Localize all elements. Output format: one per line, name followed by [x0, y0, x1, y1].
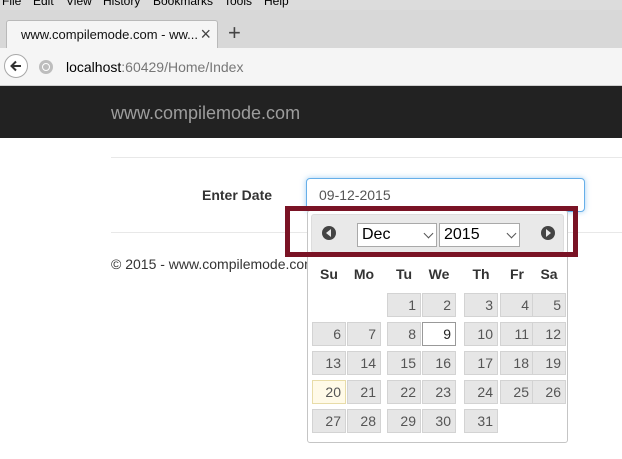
menu-history[interactable]: History	[103, 0, 140, 8]
menu-view[interactable]: View	[66, 0, 92, 8]
new-tab-button[interactable]: +	[228, 22, 241, 44]
divider	[111, 157, 622, 158]
url-path: :60429/Home/Index	[121, 59, 244, 75]
brand-link[interactable]: www.compilemode.com	[111, 103, 300, 124]
calendar-day[interactable]: 29	[387, 409, 421, 433]
url-host: localhost	[66, 59, 122, 75]
calendar-day[interactable]: 7	[347, 322, 381, 346]
calendar-day[interactable]: 16	[422, 351, 456, 375]
calendar-day[interactable]: 15	[387, 351, 421, 375]
weekday-header: Fr	[510, 266, 524, 282]
menu-help[interactable]: Help	[264, 0, 289, 8]
calendar-day[interactable]: 14	[347, 351, 381, 375]
calendar-day[interactable]: 31	[464, 409, 498, 433]
nav-bar: localhost:60429/Home/Index	[0, 48, 622, 86]
globe-icon	[39, 60, 53, 74]
back-arrow-icon	[10, 60, 21, 72]
calendar-day[interactable]: 10	[464, 322, 498, 346]
menu-bookmarks[interactable]: Bookmarks	[153, 0, 213, 8]
calendar-day[interactable]: 6	[312, 322, 346, 346]
calendar-day[interactable]: 8	[387, 322, 421, 346]
calendar-day[interactable]: 4	[500, 293, 534, 317]
calendar-day[interactable]: 3	[464, 293, 498, 317]
menu-tools[interactable]: Tools	[224, 0, 252, 8]
calendar-day[interactable]: 30	[422, 409, 456, 433]
date-label: Enter Date	[202, 187, 273, 203]
calendar-day[interactable]: 1	[387, 293, 421, 317]
calendar-day[interactable]: 20	[312, 380, 346, 404]
calendar-day-selected[interactable]: 9	[422, 322, 456, 346]
back-button[interactable]	[4, 54, 28, 78]
calendar-day[interactable]: 26	[532, 380, 566, 404]
calendar-day[interactable]: 22	[387, 380, 421, 404]
weekday-header: Sa	[540, 266, 558, 282]
url-bar[interactable]: localhost:60429/Home/Index	[66, 59, 243, 75]
calendar-day[interactable]: 5	[532, 293, 566, 317]
menu-file[interactable]: File	[2, 0, 21, 8]
calendar-day[interactable]: 24	[464, 380, 498, 404]
calendar-day[interactable]: 25	[500, 380, 534, 404]
weekday-header: Mo	[353, 266, 375, 282]
site-header: www.compilemode.com	[0, 86, 622, 138]
highlight-annotation	[285, 206, 578, 257]
weekday-header: Th	[472, 266, 490, 282]
footer-text: © 2015 - www.compilemode.com	[111, 256, 316, 272]
menu-edit[interactable]: Edit	[33, 0, 54, 8]
calendar-day[interactable]: 27	[312, 409, 346, 433]
calendar-day[interactable]: 12	[532, 322, 566, 346]
calendar-day[interactable]: 23	[422, 380, 456, 404]
browser-tab[interactable]: www.compilemode.com - ww... ×	[6, 20, 218, 48]
tab-title: www.compilemode.com - ww...	[21, 27, 198, 42]
weekday-header: Su	[320, 266, 338, 282]
calendar-day[interactable]: 17	[464, 351, 498, 375]
menu-bar: File Edit View History Bookmarks Tools H…	[0, 0, 622, 10]
calendar-day[interactable]: 19	[532, 351, 566, 375]
calendar-day[interactable]: 2	[422, 293, 456, 317]
weekday-header: Tu	[395, 266, 413, 282]
tab-strip: www.compilemode.com - ww... × +	[0, 10, 622, 48]
calendar-day[interactable]: 18	[500, 351, 534, 375]
calendar-day[interactable]: 21	[347, 380, 381, 404]
weekday-header: We	[428, 266, 450, 282]
calendar-day[interactable]: 13	[312, 351, 346, 375]
calendar-day[interactable]: 28	[347, 409, 381, 433]
calendar-day[interactable]: 11	[500, 322, 534, 346]
close-icon[interactable]: ×	[200, 23, 211, 45]
